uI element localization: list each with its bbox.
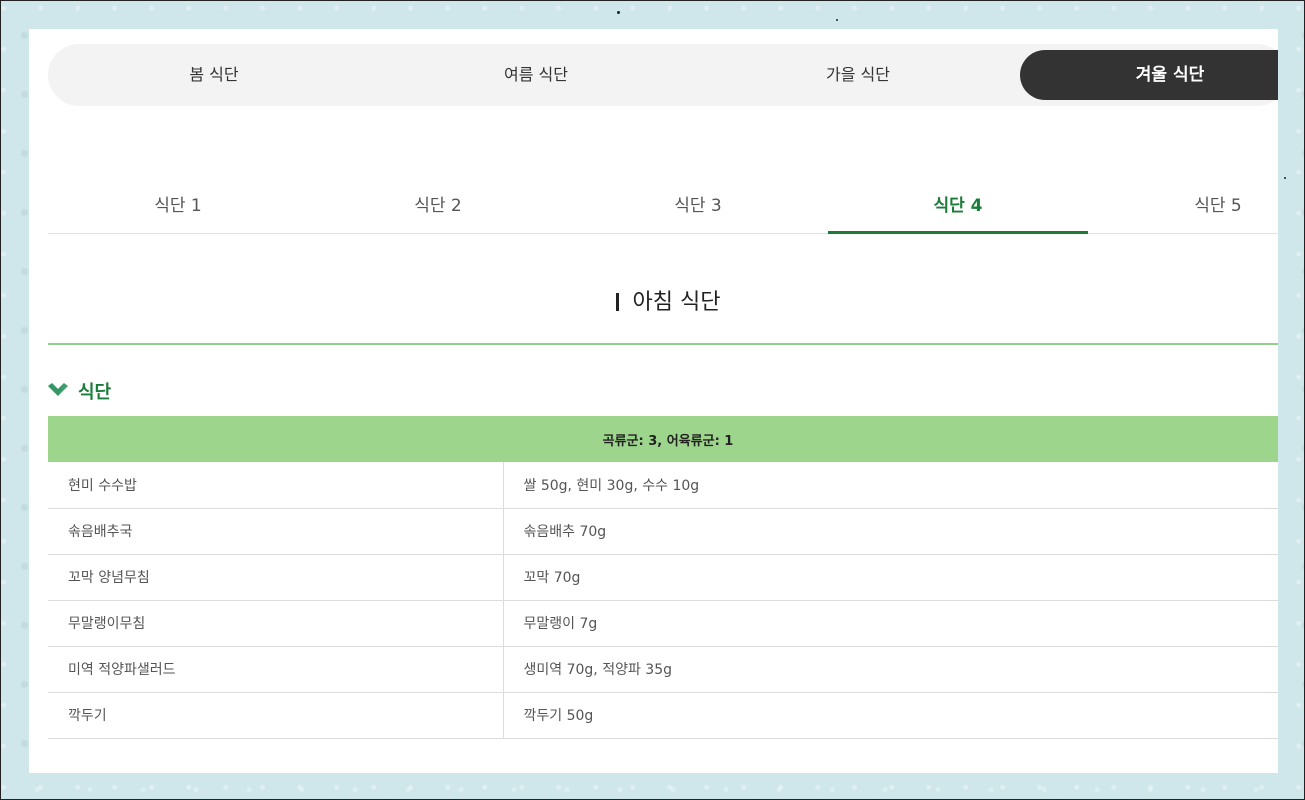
tab-diet-2[interactable]: 식단 2 [308,179,568,234]
dish-ingredients: 생미역 70g, 적양파 35g [503,646,1278,693]
section-title: 식단 [78,382,112,403]
table-row: 현미 수수밥 쌀 50g, 현미 30g, 수수 10g [48,462,1278,509]
table-header-row: 곡류군: 3, 어육류군: 1 [48,416,1278,462]
chevron-down-icon [48,381,68,402]
dish-ingredients: 솎음배추 70g [503,508,1278,555]
diet-table: 곡류군: 3, 어육류군: 1 현미 수수밥 쌀 50g, 현미 30g, 수수… [48,416,1278,739]
dish-name: 깍두기 [48,692,504,739]
section-heading: 식단 [48,378,111,404]
dish-name: 미역 적양파샐러드 [48,646,504,693]
dish-ingredients: 깍두기 50g [503,692,1278,739]
meal-title: 아침 식단 [632,290,721,315]
dish-ingredients: 쌀 50g, 현미 30g, 수수 10g [503,462,1278,509]
tab-diet-5[interactable]: 식단 5 [1088,179,1278,234]
tab-summer[interactable]: 여름 식단 [376,44,696,106]
dish-name: 솎음배추국 [48,508,504,555]
dish-name: 현미 수수밥 [48,462,504,509]
dish-ingredients: 꼬막 70g [503,554,1278,601]
dish-name: 무말랭이무침 [48,600,504,647]
tab-diet-3[interactable]: 식단 3 [568,179,828,234]
dish-ingredients: 무말랭이 7g [503,600,1278,647]
dish-name: 꼬막 양념무침 [48,554,504,601]
meal-title-heading: 아침 식단 [48,284,1278,345]
diet-tab-bar: 식단 1 식단 2 식단 3 식단 4 식단 5 [48,179,1278,234]
table-row: 깍두기 깍두기 50g [48,692,1278,739]
tab-spring[interactable]: 봄 식단 [54,44,374,106]
table-header: 곡류군: 3, 어육류군: 1 [48,416,1278,462]
content-panel: 봄 식단 여름 식단 가을 식단 겨울 식단 식단 1 식단 2 식단 3 식단… [29,29,1278,773]
title-bar-decoration [615,293,619,311]
table-row: 솎음배추국 솎음배추 70g [48,508,1278,555]
tab-autumn[interactable]: 가을 식단 [698,44,1018,106]
table-row: 미역 적양파샐러드 생미역 70g, 적양파 35g [48,646,1278,693]
tab-winter[interactable]: 겨울 식단 [1020,50,1278,100]
table-row: 무말랭이무침 무말랭이 7g [48,600,1278,647]
season-tab-bar: 봄 식단 여름 식단 가을 식단 겨울 식단 [48,44,1278,106]
tab-diet-1[interactable]: 식단 1 [48,179,308,234]
tab-diet-4[interactable]: 식단 4 [828,179,1088,234]
table-row: 꼬막 양념무침 꼬막 70g [48,554,1278,601]
